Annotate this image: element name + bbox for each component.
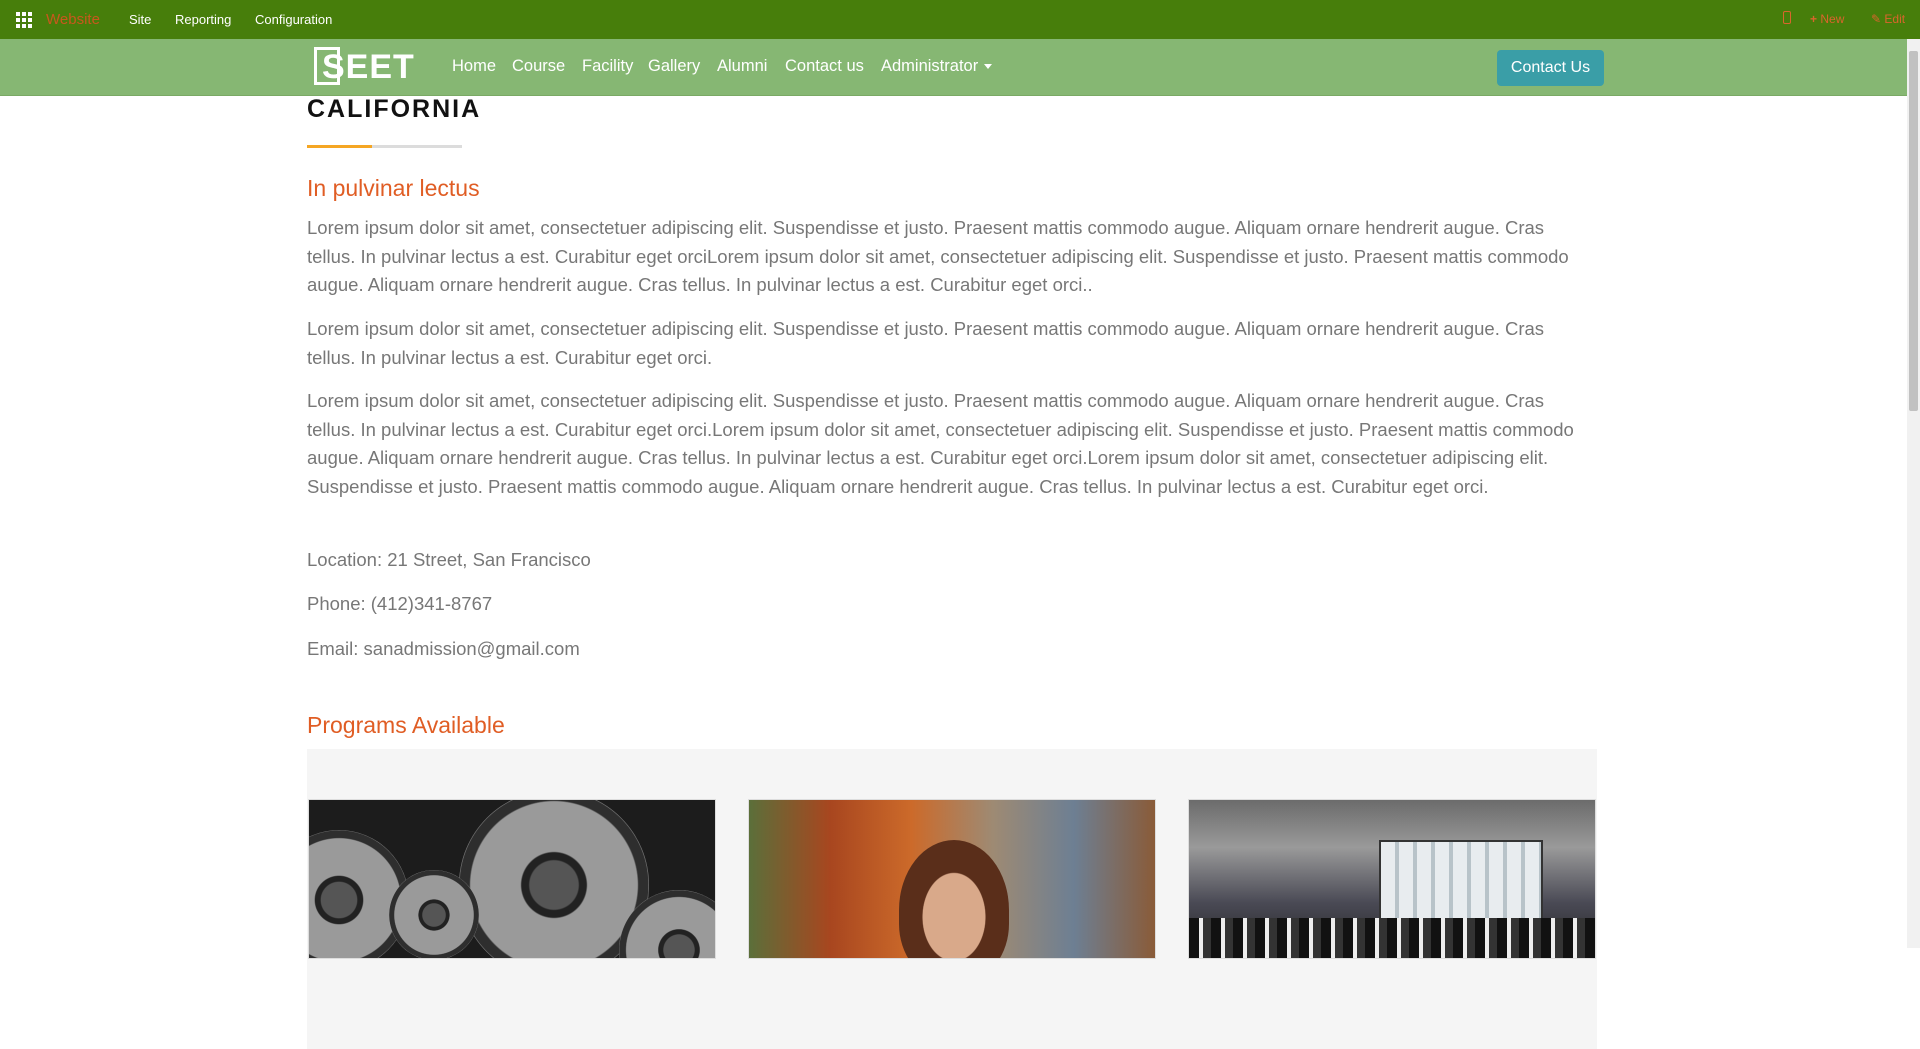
nav-administrator-dropdown[interactable]: Administrator (881, 57, 993, 76)
admin-topbar: Website Site Reporting Configuration + N… (0, 0, 1920, 39)
scrollbar-thumb[interactable] (1909, 51, 1918, 411)
chevron-down-icon (984, 64, 993, 70)
page-title: CALIFORNIA (307, 95, 482, 123)
gear-shape (389, 870, 479, 958)
nav-course[interactable]: Course (512, 57, 565, 76)
menu-configuration[interactable]: Configuration (255, 12, 332, 27)
program-card-gears[interactable] (308, 799, 716, 959)
menu-site[interactable]: Site (129, 12, 151, 27)
contact-us-button[interactable]: Contact Us (1497, 50, 1604, 86)
nav-facility[interactable]: Facility (582, 57, 633, 76)
paragraph-3: Lorem ipsum dolor sit amet, consectetuer… (307, 390, 1574, 497)
email-text[interactable]: Email: sanadmission@gmail.com (307, 638, 580, 660)
nav-administrator-label: Administrator (881, 57, 979, 75)
new-label: New (1820, 12, 1845, 26)
nav-gallery[interactable]: Gallery (648, 57, 700, 76)
title-underline (307, 145, 462, 148)
pencil-icon: ✎ (1871, 12, 1882, 26)
lab-workstations (1189, 918, 1595, 958)
underline-accent (307, 145, 372, 148)
apps-grid-icon[interactable] (16, 12, 32, 28)
paragraph-1: Lorem ipsum dolor sit amet, consectetuer… (307, 217, 1569, 295)
logo-text: SEET (322, 48, 415, 86)
plus-icon: + (1810, 12, 1818, 26)
website-brand[interactable]: Website (46, 11, 100, 28)
new-button[interactable]: + New (1810, 12, 1844, 26)
programs-heading: Programs Available (307, 712, 505, 738)
student-figure (899, 840, 1009, 958)
edit-label: Edit (1884, 12, 1906, 26)
paragraph-2: Lorem ipsum dolor sit amet, consectetuer… (307, 318, 1545, 368)
program-card-student[interactable] (748, 799, 1156, 959)
location-text: Location: 21 Street, San Francisco (307, 549, 591, 570)
mobile-preview-icon[interactable] (1783, 11, 1791, 24)
phone-text: Phone: (412)341-8767 (307, 593, 493, 614)
section-subheading: In pulvinar lectus (307, 175, 480, 201)
nav-alumni[interactable]: Alumni (717, 57, 767, 76)
menu-reporting[interactable]: Reporting (175, 12, 231, 27)
site-navbar: SEET Home Course Facility Gallery Alumni… (0, 39, 1920, 96)
program-card-lab[interactable] (1188, 799, 1596, 959)
edit-button[interactable]: ✎ Edit (1871, 12, 1905, 26)
nav-home[interactable]: Home (452, 57, 496, 76)
nav-contact-us[interactable]: Contact us (785, 57, 864, 76)
page-scrollbar[interactable] (1907, 39, 1920, 948)
